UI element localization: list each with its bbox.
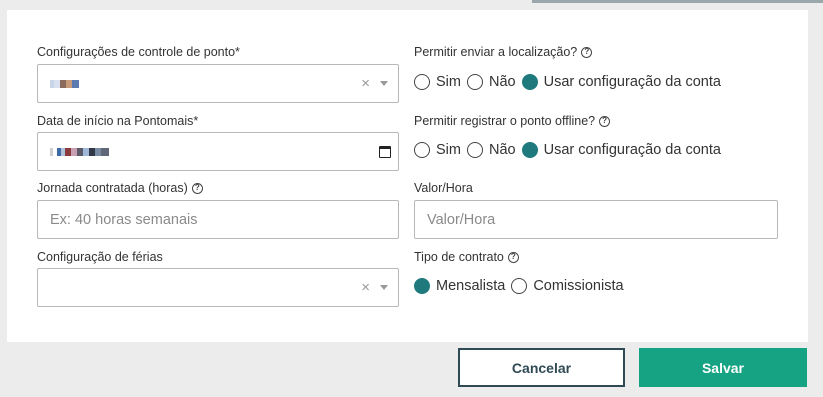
tipo-contrato-option-comissionista[interactable]: Comissionista [511,278,624,294]
localizacao-option-sim[interactable]: Sim [414,74,461,90]
chevron-down-icon[interactable] [380,285,388,290]
ferias-label: Configuração de férias [37,250,163,264]
tipo-contrato-label: Tipo de contrato ? [414,250,519,264]
save-button[interactable]: Salvar [639,348,807,387]
help-circle-icon[interactable]: ? [507,251,519,263]
close-icon[interactable]: × [361,76,370,91]
valor-hora-label: Valor/Hora [414,181,473,195]
radio-circle[interactable] [511,278,528,294]
offline-option-conta[interactable]: Usar configuração da conta [521,142,721,158]
radio-circle[interactable] [414,142,430,158]
offline-option-nao[interactable]: Não [466,142,516,158]
help-circle-icon[interactable]: ? [191,182,203,194]
help-circle-icon[interactable]: ? [581,46,593,58]
localizacao-option-conta[interactable]: Usar configuração da conta [521,74,721,90]
ponto-config-select[interactable]: × [37,64,399,103]
redacted-value [50,148,109,156]
offline-label: Permitir registrar o ponto offline? ? [414,114,611,128]
help-circle-icon[interactable]: ? [599,115,611,127]
radio-circle[interactable] [414,74,430,90]
jornada-input[interactable] [37,200,399,239]
valor-hora-input[interactable] [414,200,778,239]
chevron-down-icon[interactable] [380,81,388,86]
offline-option-sim[interactable]: Sim [414,142,461,158]
offline-radio-group: Sim Não Usar configuração da conta [414,142,727,158]
form-card: Configurações de controle de ponto* × Da… [7,10,808,342]
data-inicio-date-input[interactable] [37,132,399,171]
radio-circle-checked[interactable] [414,278,430,294]
tipo-contrato-option-mensalista[interactable]: Mensalista [414,278,505,294]
cancel-button[interactable]: Cancelar [458,348,625,387]
redacted-value [50,80,79,88]
valor-hora-text-input[interactable] [415,201,777,238]
ponto-config-label: Configurações de controle de ponto* [37,45,240,59]
localizacao-radio-group: Sim Não Usar configuração da conta [414,74,727,90]
jornada-text-input[interactable] [38,201,398,238]
data-inicio-label: Data de início na Pontomais* [37,114,199,128]
top-strip [532,0,823,3]
close-icon[interactable]: × [361,280,370,295]
radio-circle-checked[interactable] [521,142,538,158]
radio-circle[interactable] [466,74,483,90]
localizacao-label: Permitir enviar a localização? ? [414,45,593,59]
radio-circle-checked[interactable] [521,74,538,90]
calendar-icon[interactable] [379,146,391,158]
tipo-contrato-radio-group: Mensalista Comissionista [414,278,630,294]
radio-circle[interactable] [466,142,483,158]
ferias-select[interactable]: × [37,268,399,307]
jornada-label: Jornada contratada (horas) ? [37,181,203,195]
localizacao-option-nao[interactable]: Não [466,74,516,90]
